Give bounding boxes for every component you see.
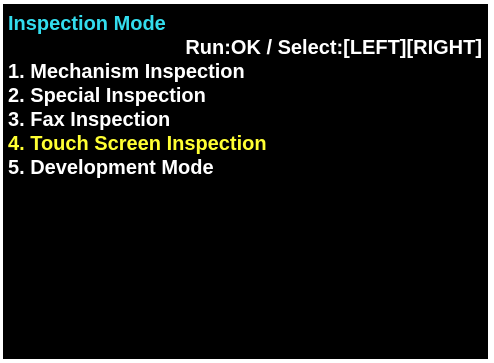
key-hint: Run:OK / Select:[LEFT][RIGHT] — [185, 37, 482, 59]
menu-item-development-mode[interactable]: 5. Development Mode — [8, 156, 267, 180]
menu-item-fax-inspection[interactable]: 3. Fax Inspection — [8, 108, 267, 132]
page-title: Inspection Mode — [8, 13, 166, 35]
menu-item-mechanism-inspection[interactable]: 1. Mechanism Inspection — [8, 60, 267, 84]
inspection-mode-screen: Inspection Mode Run:OK / Select:[LEFT][R… — [3, 4, 488, 359]
inspection-menu: 1. Mechanism Inspection 2. Special Inspe… — [8, 60, 267, 180]
menu-item-touch-screen-inspection[interactable]: 4. Touch Screen Inspection — [8, 132, 267, 156]
menu-item-special-inspection[interactable]: 2. Special Inspection — [8, 84, 267, 108]
